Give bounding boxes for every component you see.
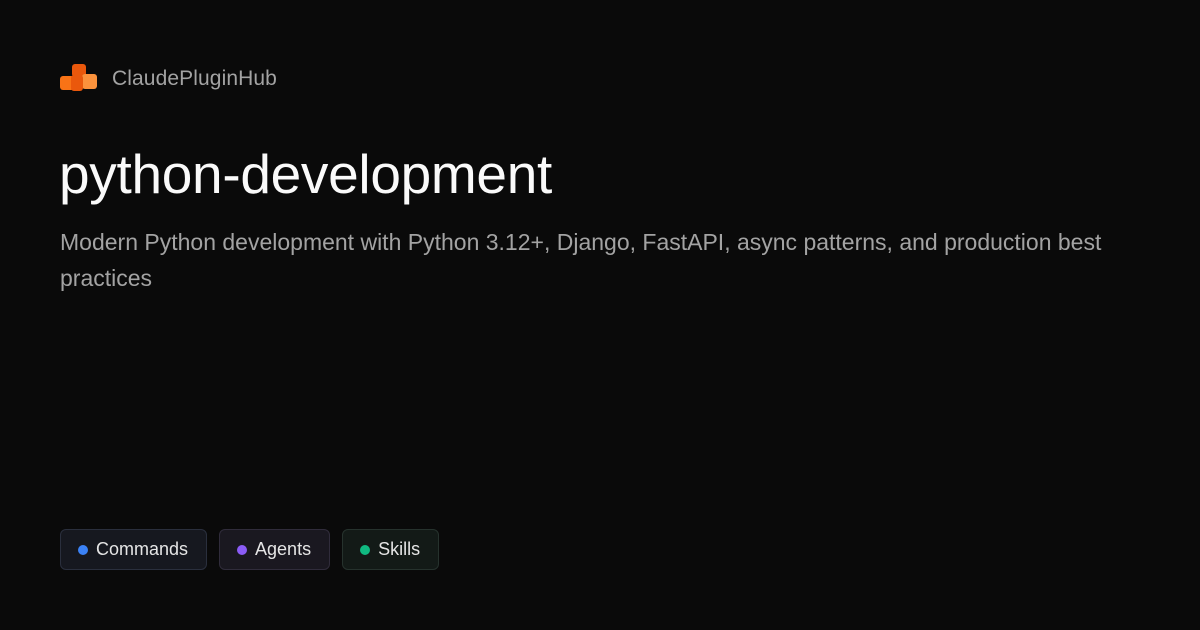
tag-list: Commands Agents Skills bbox=[60, 529, 440, 570]
stacked-blocks-icon bbox=[60, 64, 97, 91]
tag-label: Commands bbox=[96, 539, 189, 559]
tag-skills: Skills bbox=[342, 529, 440, 570]
og-card: ClaudePluginHub python-development Moder… bbox=[0, 0, 1200, 630]
tag-label: Agents bbox=[255, 539, 312, 559]
tag-label: Skills bbox=[378, 539, 421, 559]
logo-block-center bbox=[71, 75, 83, 91]
brand-name: ClaudePluginHub bbox=[112, 67, 277, 90]
plugin-title: python-development bbox=[59, 143, 552, 205]
brand-header: ClaudePluginHub bbox=[60, 63, 277, 95]
agents-dot-icon bbox=[237, 544, 248, 555]
tag-agents: Agents bbox=[219, 529, 331, 570]
tag-commands: Commands bbox=[60, 529, 208, 570]
commands-dot-icon bbox=[78, 544, 88, 555]
skills-dot-icon bbox=[360, 544, 371, 555]
logo-block-right bbox=[82, 74, 97, 89]
plugin-description: Modern Python development with Python 3.… bbox=[60, 229, 1102, 291]
